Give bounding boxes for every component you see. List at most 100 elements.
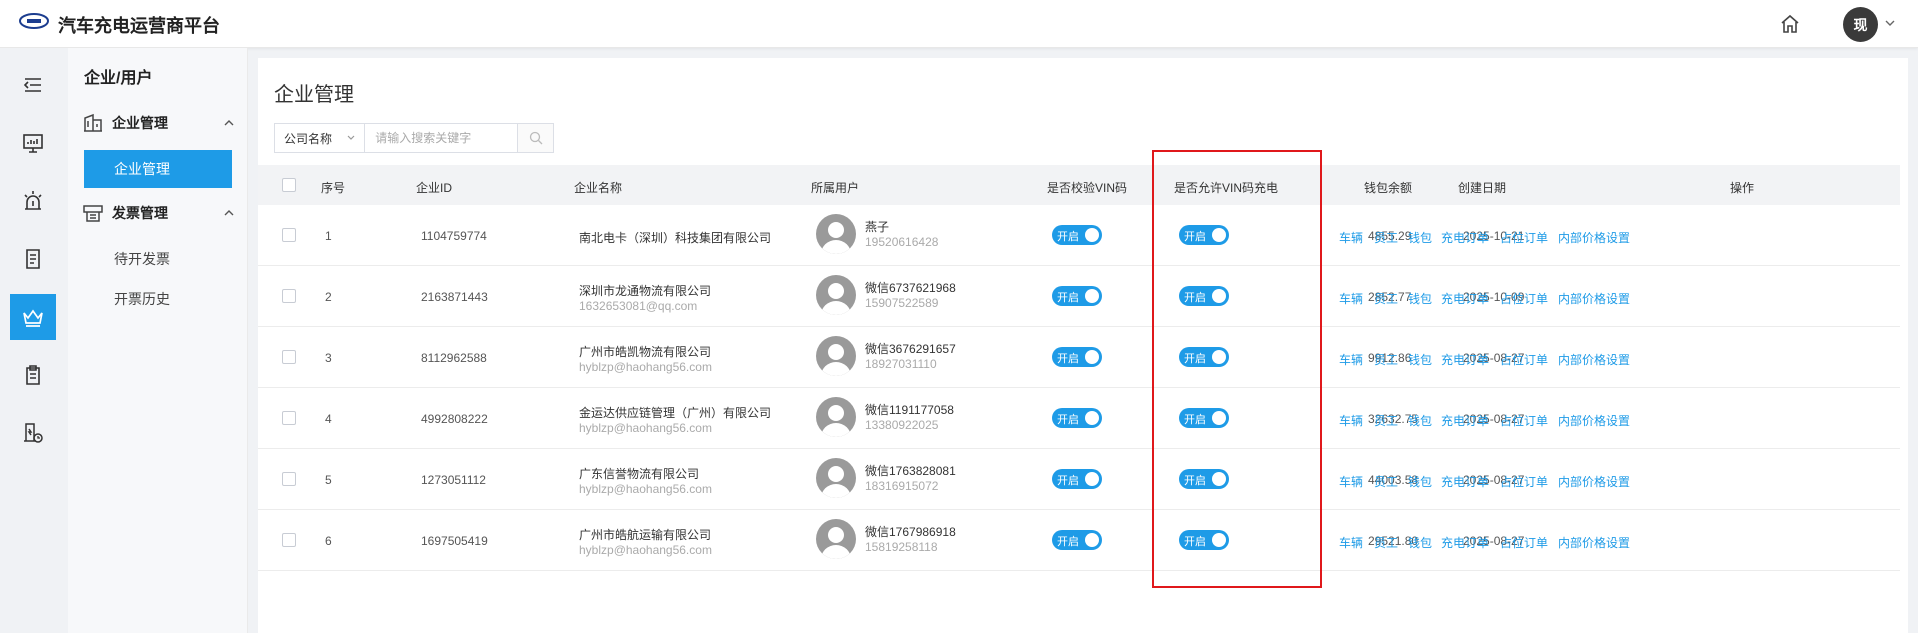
charging-orders-link[interactable]: 充电订单 — [1441, 229, 1489, 246]
menu-group-label: 发票管理 — [112, 205, 168, 221]
header-company-name: 企业名称 — [574, 181, 623, 195]
vehicles-link[interactable]: 车辆 — [1339, 473, 1363, 490]
home-icon[interactable] — [1778, 12, 1802, 36]
sidebar-item-enterprise[interactable] — [10, 294, 56, 340]
row-company-id: 1273051112 — [421, 473, 486, 487]
page-title: 企业管理 — [274, 84, 354, 106]
charging-orders-link[interactable]: 充电订单 — [1441, 351, 1489, 368]
verify-vin-toggle[interactable]: 开启 — [1052, 530, 1102, 550]
vehicles-link[interactable]: 车辆 — [1339, 229, 1363, 246]
staff-link[interactable]: 员工 — [1374, 290, 1398, 307]
search-bar: 公司名称 — [274, 123, 554, 153]
table-row: 5 1273051112 广东信誉物流有限公司 hyblzp@haohang56.co… — [258, 449, 1900, 510]
wallet-link[interactable]: 钱包 — [1408, 412, 1432, 429]
staff-link[interactable]: 员工 — [1374, 534, 1398, 551]
header-company-id: 企业ID — [416, 181, 453, 195]
row-company-id: 4992808222 — [421, 412, 488, 426]
app-title: 汽车充电运营商平台 — [58, 16, 220, 36]
wallet-link[interactable]: 钱包 — [1408, 229, 1432, 246]
collapse-menu-button[interactable] — [10, 62, 56, 108]
sidebar-item-monitor[interactable] — [10, 120, 56, 166]
alarm-icon — [24, 191, 42, 210]
row-checkbox[interactable] — [282, 228, 296, 242]
vehicles-link[interactable]: 车辆 — [1339, 534, 1363, 551]
search-button[interactable] — [517, 124, 553, 152]
menu-group-invoice[interactable]: 发票管理 — [82, 200, 236, 226]
vehicles-link[interactable]: 车辆 — [1339, 351, 1363, 368]
verify-vin-toggle[interactable]: 开启 — [1052, 225, 1102, 245]
row-company-id: 8112962588 — [421, 351, 487, 365]
vehicles-link[interactable]: 车辆 — [1339, 412, 1363, 429]
invoice-icon — [83, 205, 103, 222]
charging-orders-link[interactable]: 充电订单 — [1441, 473, 1489, 490]
wallet-link[interactable]: 钱包 — [1408, 351, 1432, 368]
internal-price-link[interactable]: 内部价格设置 — [1558, 473, 1630, 490]
occupancy-orders-link[interactable]: 占位订单 — [1500, 290, 1548, 307]
sidebar-item-clipboard[interactable] — [10, 352, 56, 398]
occupancy-orders-link[interactable]: 占位订单 — [1500, 473, 1548, 490]
search-input[interactable] — [365, 124, 518, 152]
staff-link[interactable]: 员工 — [1374, 229, 1398, 246]
charging-orders-link[interactable]: 充电订单 — [1441, 412, 1489, 429]
menu-group-label: 企业管理 — [112, 115, 168, 131]
toggle-label: 开启 — [1057, 536, 1079, 548]
staff-link[interactable]: 员工 — [1374, 351, 1398, 368]
row-checkbox[interactable] — [282, 350, 296, 364]
user-silhouette-icon — [821, 527, 851, 559]
charging-orders-link[interactable]: 充电订单 — [1441, 290, 1489, 307]
occupancy-orders-link[interactable]: 占位订单 — [1500, 351, 1548, 368]
wallet-link[interactable]: 钱包 — [1408, 473, 1432, 490]
toggle-label: 开启 — [1057, 292, 1079, 304]
verify-vin-toggle[interactable]: 开启 — [1052, 347, 1102, 367]
menu-item-pending-invoice[interactable]: 待开发票 — [84, 240, 232, 278]
sidebar-item-document[interactable] — [10, 236, 56, 282]
chevron-down-icon[interactable] — [1884, 17, 1896, 29]
menu-item-invoice-history[interactable]: 开票历史 — [84, 280, 232, 318]
row-company-name: 广东信誉物流有限公司 — [579, 467, 700, 481]
user-silhouette-icon — [821, 405, 851, 437]
internal-price-link[interactable]: 内部价格设置 — [1558, 351, 1630, 368]
search-field-select[interactable]: 公司名称 — [275, 124, 366, 152]
internal-price-link[interactable]: 内部价格设置 — [1558, 412, 1630, 429]
toggle-label: 开启 — [1057, 231, 1079, 243]
row-company-email: hyblzp@haohang56.com — [579, 421, 712, 435]
table-header: 序号 企业ID 企业名称 所属用户 是否校验VIN码 是否允许VIN码充电 钱包… — [258, 165, 1900, 205]
wallet-link[interactable]: 钱包 — [1408, 290, 1432, 307]
row-company-name: 南北电卡（深圳）科技集团有限公司 — [579, 231, 772, 245]
table-row: 2 2163871443 深圳市龙通物流有限公司 1632653081@qq.com 微… — [258, 266, 1900, 327]
occupancy-orders-link[interactable]: 占位订单 — [1500, 534, 1548, 551]
header-balance: 钱包余额 — [1364, 181, 1413, 195]
internal-price-link[interactable]: 内部价格设置 — [1558, 229, 1630, 246]
row-checkbox[interactable] — [282, 411, 296, 425]
row-index: 6 — [325, 534, 332, 548]
menu-item-enterprise-manage[interactable]: 企业管理 — [84, 150, 232, 188]
internal-price-link[interactable]: 内部价格设置 — [1558, 290, 1630, 307]
wallet-link[interactable]: 钱包 — [1408, 534, 1432, 551]
search-field-value: 公司名称 — [284, 131, 333, 146]
row-user-name: 微信6737621968 — [865, 281, 956, 295]
staff-link[interactable]: 员工 — [1374, 412, 1398, 429]
row-company-id: 1104759774 — [421, 229, 487, 243]
charging-orders-link[interactable]: 充电订单 — [1441, 534, 1489, 551]
staff-link[interactable]: 员工 — [1374, 473, 1398, 490]
brand-logo-icon — [19, 13, 49, 29]
select-all-checkbox[interactable] — [282, 178, 296, 192]
user-avatar[interactable]: 现 — [1843, 7, 1878, 42]
chevron-up-icon — [224, 210, 234, 216]
verify-vin-toggle[interactable]: 开启 — [1052, 469, 1102, 489]
row-user-phone: 15907522589 — [865, 296, 939, 310]
verify-vin-toggle[interactable]: 开启 — [1052, 286, 1102, 306]
vehicles-link[interactable]: 车辆 — [1339, 290, 1363, 307]
sidebar-item-alarm[interactable] — [10, 178, 56, 224]
row-checkbox[interactable] — [282, 533, 296, 547]
sidebar-item-charging[interactable] — [10, 410, 56, 456]
menu-group-enterprise[interactable]: 企业管理 — [82, 110, 236, 136]
verify-vin-toggle[interactable]: 开启 — [1052, 408, 1102, 428]
row-company-id: 2163871443 — [421, 290, 488, 304]
occupancy-orders-link[interactable]: 占位订单 — [1500, 412, 1548, 429]
internal-price-link[interactable]: 内部价格设置 — [1558, 534, 1630, 551]
row-company-name: 广州市皓凯物流有限公司 — [579, 345, 712, 359]
occupancy-orders-link[interactable]: 占位订单 — [1500, 229, 1548, 246]
row-checkbox[interactable] — [282, 289, 296, 303]
row-checkbox[interactable] — [282, 472, 296, 486]
